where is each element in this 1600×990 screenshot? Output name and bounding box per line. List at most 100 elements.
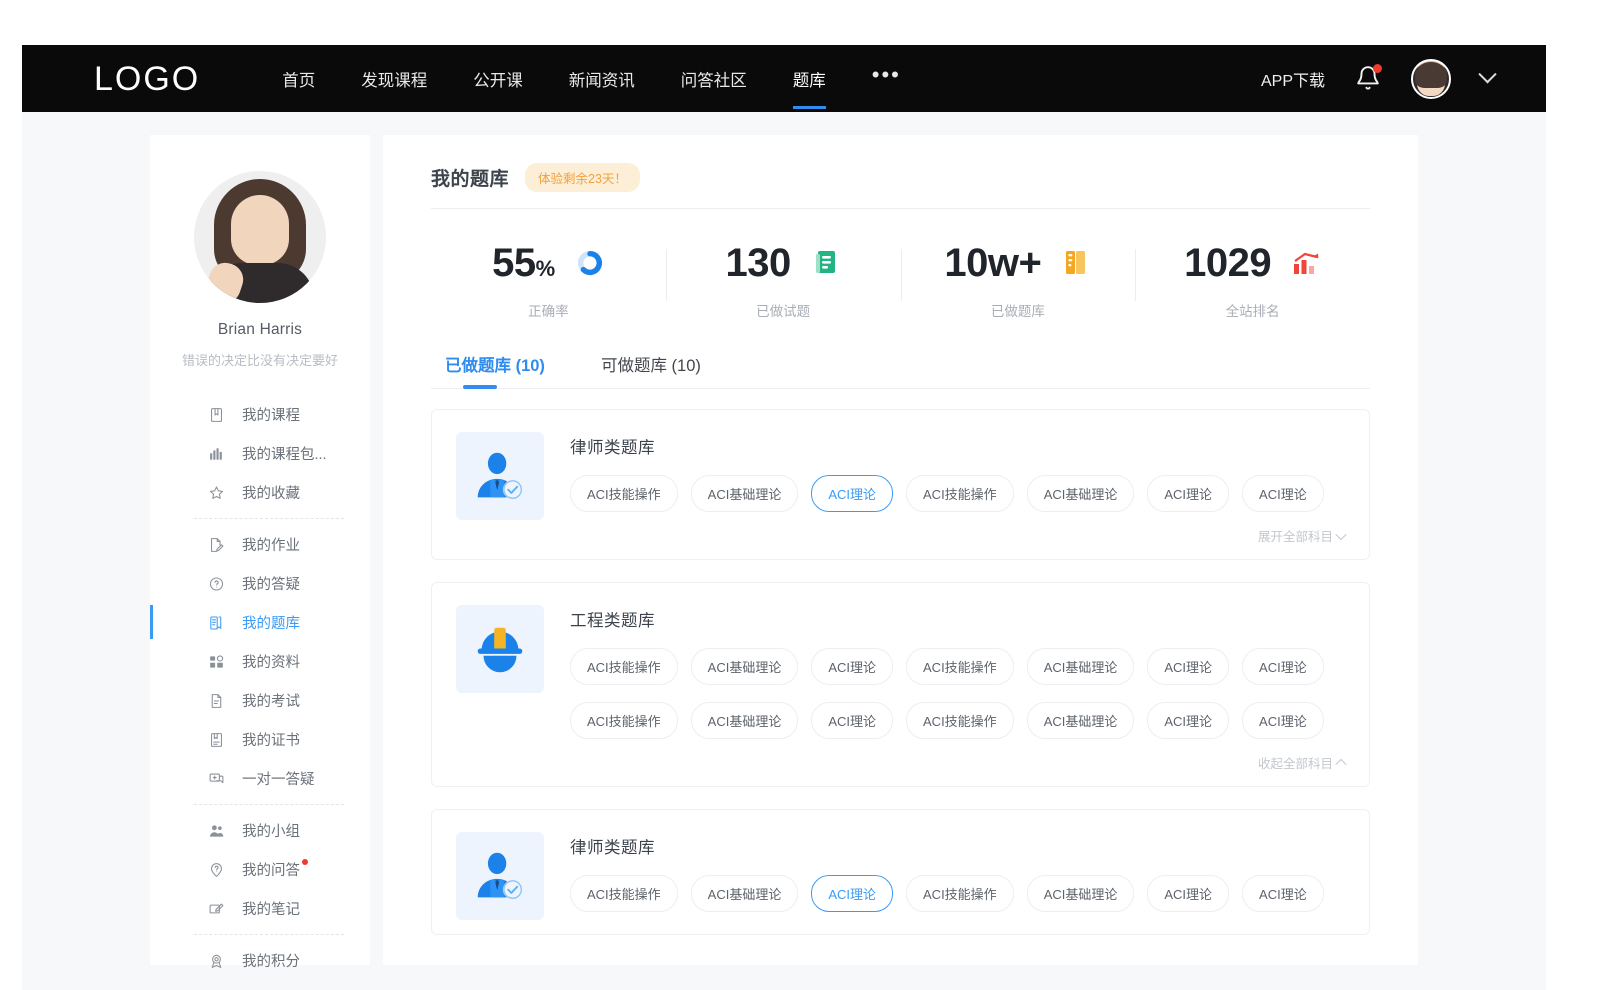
subject-tag[interactable]: ACI技能操作 [906,648,1014,685]
nav-item-5[interactable]: 题库 [793,45,826,112]
nav-item-1[interactable]: 发现课程 [361,45,427,112]
nav-item-2[interactable]: 公开课 [473,45,523,112]
nav-item-4[interactable]: 问答社区 [681,45,747,112]
main-nav: 首页发现课程公开课新闻资讯问答社区题库 [282,45,872,112]
sidebar-item-7[interactable]: 我的考试 [150,681,370,720]
sidebar-item-11[interactable]: 我的问答 [150,850,370,889]
user-avatar[interactable] [1411,59,1451,99]
tab-1[interactable]: 可做题库 (10) [601,352,701,389]
lawyer-avatar-icon [456,432,544,520]
subject-tag[interactable]: ACI基础理论 [1027,875,1135,912]
sidebar-item-label: 我的小组 [242,820,300,841]
subject-tag[interactable]: ACI理论 [1242,648,1324,685]
subject-tag[interactable]: ACI理论 [1242,875,1324,912]
subject-tag[interactable]: ACI技能操作 [570,875,678,912]
sidebar-item-1[interactable]: 我的课程包... [150,434,370,473]
chevron-down-icon[interactable] [1478,65,1496,83]
subject-tag[interactable]: ACI基础理论 [1027,475,1135,512]
sidebar-item-10[interactable]: 我的小组 [150,811,370,850]
trial-status-badge: 体验剩余23天！ [525,163,640,192]
expand-subjects-link[interactable]: 展开全部科目 [570,526,1345,545]
subject-tag-row: ACI技能操作 ACI基础理论 ACI理论 ACI技能操作 ACI基础理论 ACI理论 AC… [570,648,1345,685]
sidebar-item-9[interactable]: 一对一答疑 [150,759,370,798]
points-icon [208,952,225,969]
subject-tag[interactable]: ACI基础理论 [691,702,799,739]
sidebar-item-8[interactable]: 我的证书 [150,720,370,759]
stat-value-row: 130 [726,243,841,283]
stat-value-row: 55% [492,243,605,283]
subject-tag[interactable]: ACI理论 [1147,475,1229,512]
qa-location-icon [208,861,225,878]
subject-tag[interactable]: ACI理论 [1147,702,1229,739]
subject-tag[interactable]: ACI理论 [811,875,893,912]
stat-label: 已做试题 [756,300,810,320]
stats-summary: 55%正确率 130 已做试题 10w+ 已做题库 1029 全站排名 [431,209,1370,342]
card-title: 工程类题库 [570,607,1345,631]
subject-tag[interactable]: ACI理论 [811,475,893,512]
subject-tag[interactable]: ACI理论 [811,702,893,739]
sidebar-item-12[interactable]: 我的笔记 [150,889,370,928]
subject-tag[interactable]: ACI技能操作 [906,875,1014,912]
card-body: 工程类题库ACI技能操作ACI基础理论ACI理论ACI技能操作ACI基础理论AC… [570,605,1345,772]
page-root: LOGO 首页发现课程公开课新闻资讯问答社区题库 ••• APP下载 Brian… [0,0,1600,990]
stat-label: 全站排名 [1226,300,1280,320]
subject-tag[interactable]: ACI技能操作 [906,702,1014,739]
stat-card-3: 1029 全站排名 [1135,243,1370,320]
chevron-down-icon [1335,528,1346,539]
chart-bars-icon [208,445,225,462]
nav-item-3[interactable]: 新闻资讯 [569,45,635,112]
content-tabs: 已做题库 (10) 可做题库 (10) [431,342,1370,389]
more-menu-icon[interactable]: ••• [872,41,901,108]
topbar-right-group: APP下载 [1261,59,1494,99]
stat-card-0: 55%正确率 [431,243,666,320]
subject-tag[interactable]: ACI理论 [1147,648,1229,685]
sidebar-item-0[interactable]: 我的课程 [150,395,370,434]
subject-tag[interactable]: ACI理论 [811,648,893,685]
subject-tag[interactable]: ACI理论 [1242,475,1324,512]
subject-tag[interactable]: ACI理论 [1147,875,1229,912]
subject-tag[interactable]: ACI基础理论 [1027,702,1135,739]
exam-paper-icon [208,692,225,709]
sidebar-item-label: 我的问答 [242,859,300,880]
card-body: 律师类题库ACI技能操作ACI基础理论ACI理论ACI技能操作ACI基础理论AC… [570,432,1345,545]
site-logo[interactable]: LOGO [94,62,200,96]
subject-tag[interactable]: ACI技能操作 [906,475,1014,512]
card-title: 律师类题库 [570,834,1345,858]
tab-0[interactable]: 已做题库 (10) [445,352,545,389]
stat-label: 已做题库 [991,300,1045,320]
notification-bell-icon[interactable] [1355,65,1381,93]
profile-motto: 错误的决定比没有决定要好 [150,350,370,369]
chevron-up-icon [1335,758,1346,769]
expand-subjects-link[interactable]: 收起全部科目 [570,753,1345,772]
subject-tag[interactable]: ACI理论 [1242,702,1324,739]
subject-tag[interactable]: ACI基础理论 [691,875,799,912]
subject-tag[interactable]: ACI技能操作 [570,702,678,739]
nav-item-0[interactable]: 首页 [282,45,315,112]
sidebar-item-3[interactable]: 我的作业 [150,525,370,564]
sidebar-item-label: 一对一答疑 [242,768,315,789]
app-download-link[interactable]: APP下载 [1261,67,1325,91]
stat-number: 130 [726,241,791,285]
notes-icon [208,900,225,917]
stat-value: 1029 [1184,243,1271,283]
subject-tag[interactable]: ACI基础理论 [691,648,799,685]
sidebar-item-4[interactable]: 我的答疑 [150,564,370,603]
subject-tag[interactable]: ACI基础理论 [691,475,799,512]
subject-tag-row: ACI技能操作 ACI基础理论 ACI理论 ACI技能操作 ACI基础理论 ACI理论 AC… [570,702,1345,739]
sidebar-item-label: 我的考试 [242,690,300,711]
sidebar-divider [194,804,344,805]
subject-tag[interactable]: ACI技能操作 [570,648,678,685]
sidebar-item-6[interactable]: 我的资料 [150,642,370,681]
sidebar-item-13[interactable]: 我的积分 [150,941,370,980]
sidebar-item-5[interactable]: 我的题库 [150,603,370,642]
sidebar-divider [194,518,344,519]
tabs-divider [431,388,1370,389]
sidebar-item-2[interactable]: 我的收藏 [150,473,370,512]
card-body: 律师类题库 ACI技能操作 ACI基础理论 ACI理论 ACI技能操作 ACI基础理论 AC… [570,832,1345,920]
subject-tag[interactable]: ACI技能操作 [570,475,678,512]
stat-value-row: 10w+ [944,243,1091,283]
group-users-icon [208,822,225,839]
stat-card-1: 130 已做试题 [666,243,901,320]
subject-tag[interactable]: ACI基础理论 [1027,648,1135,685]
red-chart-icon [1291,248,1321,278]
